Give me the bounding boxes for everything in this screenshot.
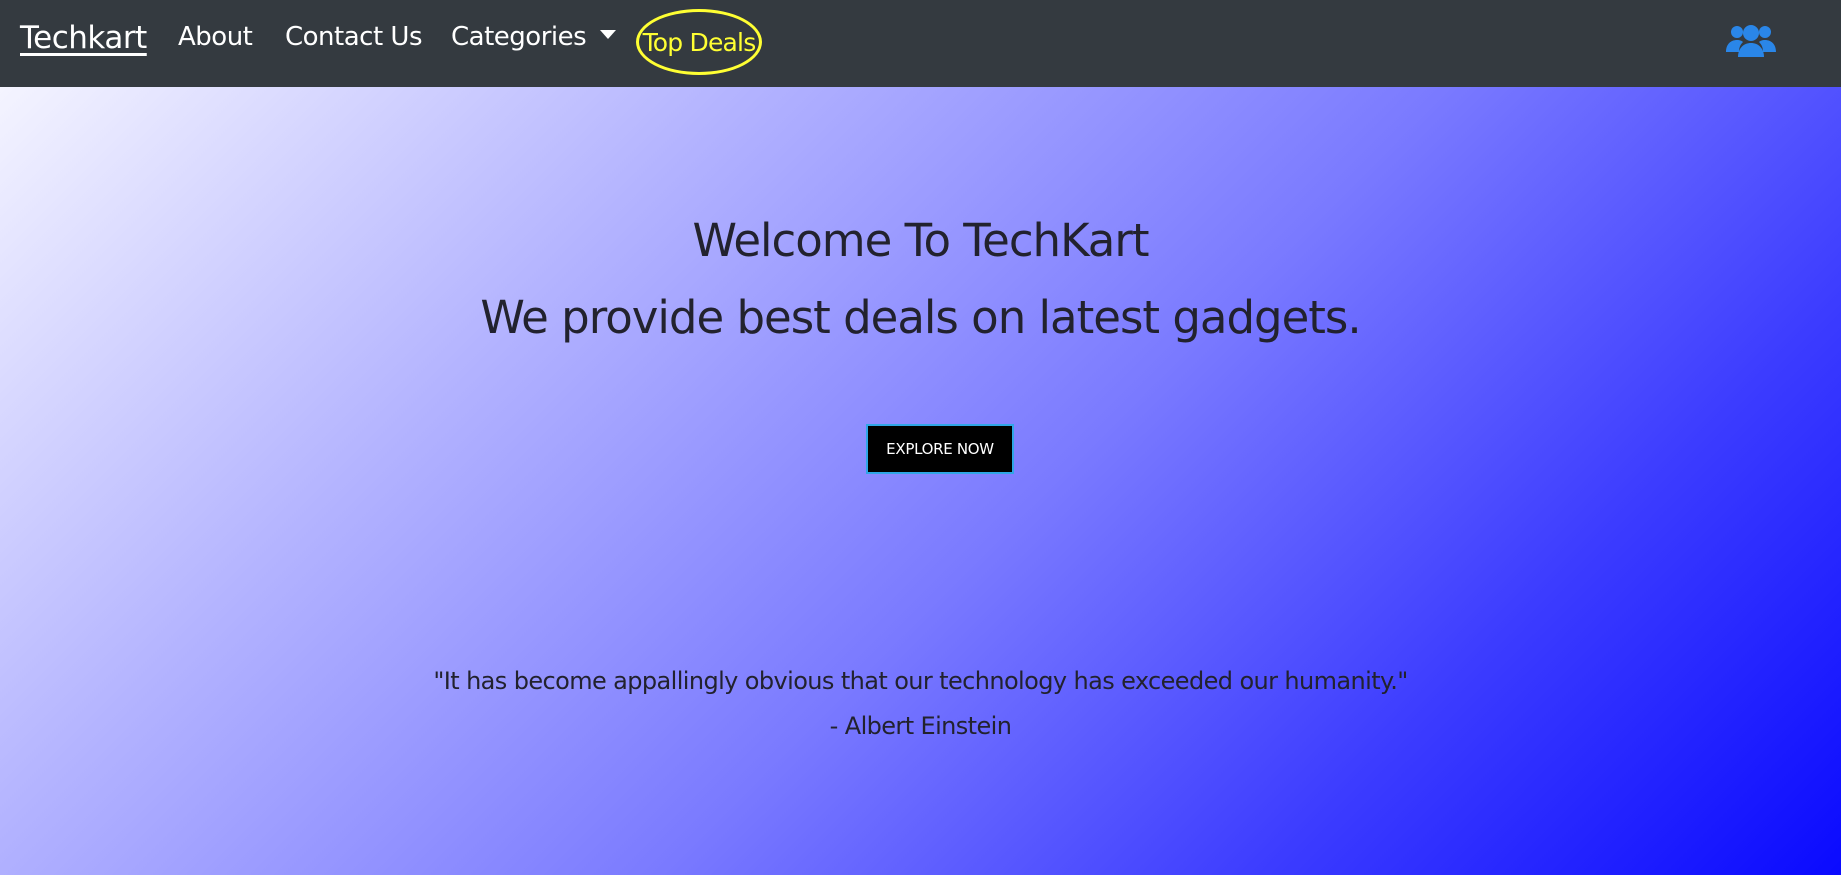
brand-link[interactable]: Techkart [20, 20, 147, 56]
explore-now-button[interactable]: EXPLORE NOW [866, 424, 1014, 474]
nav-categories-label: Categories [451, 22, 587, 52]
hero-subtitle: We provide best deals on latest gadgets. [480, 291, 1361, 344]
nav-categories-dropdown[interactable]: Categories [451, 22, 617, 52]
nav-about-link[interactable]: About [178, 22, 253, 52]
hero-title: Welcome To TechKart [692, 214, 1149, 267]
navbar: Techkart About Contact Us Categories Top… [0, 0, 1841, 87]
hero-section: Welcome To TechKart We provide best deal… [0, 87, 1841, 875]
top-deals-label: Top Deals [642, 27, 757, 57]
caret-down-icon [600, 30, 617, 39]
users-icon-graphic [1726, 25, 1776, 57]
nav-contact-link[interactable]: Contact Us [285, 22, 423, 52]
quote-author: - Albert Einstein [829, 712, 1012, 740]
nav-top-deals-link[interactable]: Top Deals [636, 9, 762, 75]
quote-text: "It has become appallingly obvious that … [433, 667, 1408, 695]
users-icon[interactable] [1726, 22, 1776, 58]
